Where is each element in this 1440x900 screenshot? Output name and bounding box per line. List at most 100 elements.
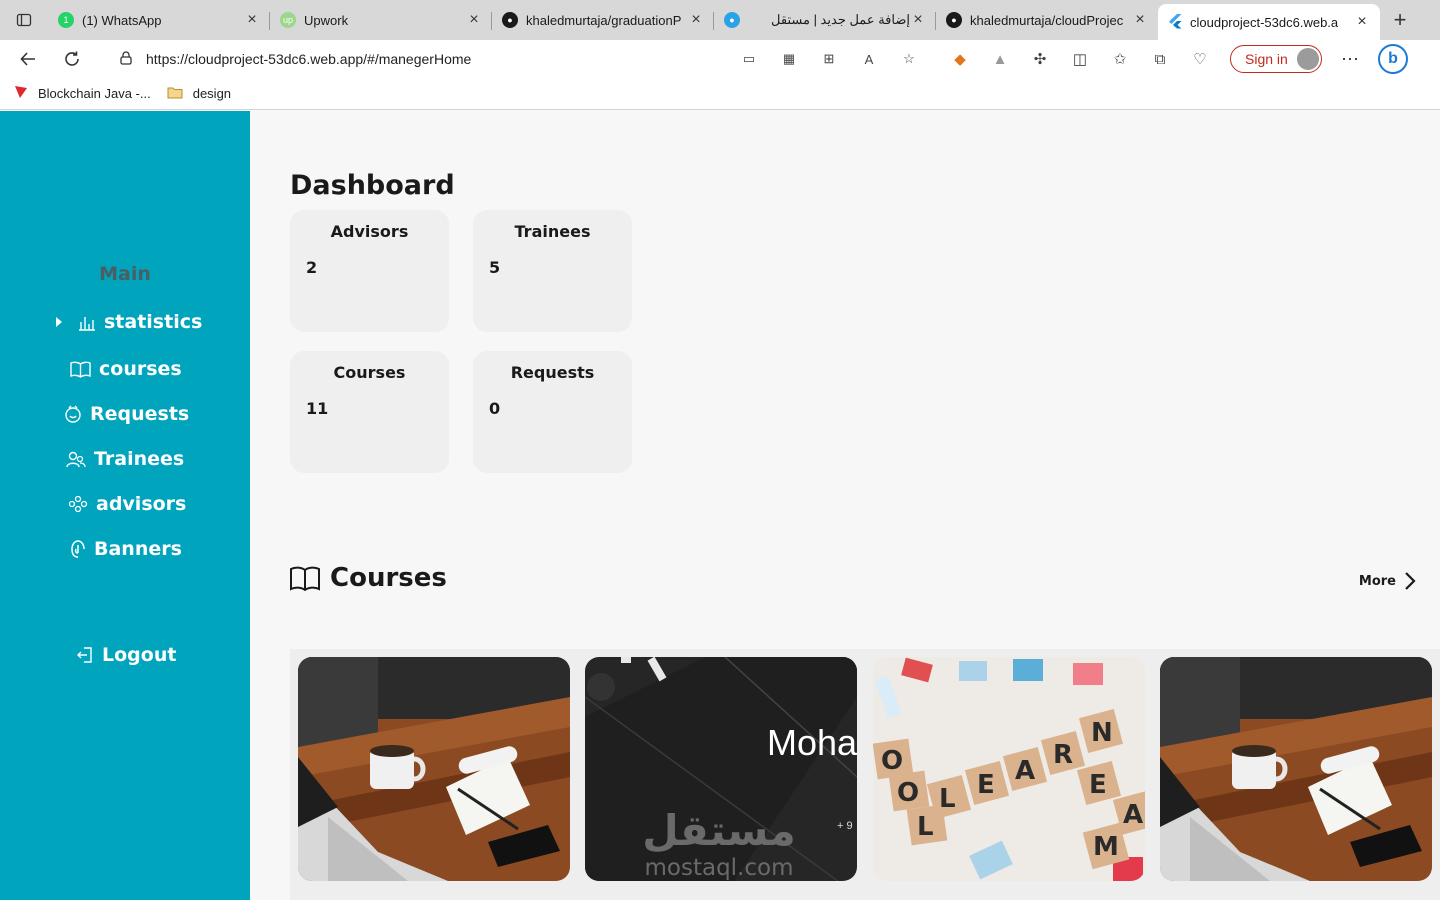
sidebar-item-label: Trainees [94, 448, 185, 470]
whatsapp-icon: 1 [58, 12, 74, 28]
stat-card-trainees[interactable]: Trainees 5 [473, 210, 632, 332]
sign-in-button[interactable]: Sign in [1230, 45, 1322, 73]
favorites-icon[interactable]: ✩ [1100, 40, 1140, 78]
browser-tab-upwork[interactable]: up Upwork × [270, 0, 492, 40]
banner-phone-text: + 9 [837, 820, 853, 832]
tile-letter: A [1015, 756, 1035, 786]
tile-letter: E [1089, 770, 1107, 800]
avatar [1297, 48, 1319, 70]
bookmark-blockchain[interactable]: Blockchain Java -... [14, 85, 151, 102]
stat-value: 0 [489, 399, 501, 418]
split-screen-icon[interactable]: ◫ [1060, 40, 1100, 78]
chevron-right-icon [1405, 572, 1416, 590]
browser-essentials-icon[interactable]: ♡ [1180, 40, 1220, 78]
banner-icon [71, 540, 85, 558]
new-tab-button[interactable]: + [1380, 0, 1420, 40]
stat-label: Trainees [514, 222, 591, 241]
more-label: More [1358, 573, 1396, 589]
main-content: Dashboard Advisors 2 Trainees 5 Courses … [250, 111, 1440, 900]
sidebar-item-label: courses [99, 358, 182, 380]
stat-card-courses[interactable]: Courses 11 [290, 351, 449, 473]
tile-letter: L [939, 784, 956, 814]
browser-tab-cloudproject[interactable]: cloudproject-53dc6.web.a × [1158, 4, 1380, 40]
sidebar-item-trainees[interactable]: Trainees [66, 448, 184, 470]
course-card[interactable] [1160, 657, 1432, 881]
course-card[interactable]: Moha + 9 مستقل mostaql.com [585, 657, 857, 881]
read-aloud-icon[interactable]: A [860, 50, 878, 68]
browser-tab-whatsapp[interactable]: 1 (1) WhatsApp × [48, 0, 270, 40]
browser-tab-github-cloud[interactable]: ● khaledmurtaja/cloudProjec × [936, 0, 1158, 40]
stat-value: 11 [306, 399, 329, 418]
github-icon: ● [946, 12, 962, 28]
logout-button[interactable]: Logout [76, 644, 176, 666]
course-card[interactable]: O O L L E A R N E M A [873, 657, 1145, 881]
flutter-icon [1168, 13, 1182, 32]
course-image-laptop-desk [1160, 657, 1432, 881]
tile-letter: O [897, 778, 919, 808]
lock-icon [120, 50, 132, 68]
browser-toolbar: https://cloudproject-53dc6.web.app/#/man… [0, 40, 1440, 78]
tab-title: إضافة عمل جديد | مستقل [771, 12, 910, 27]
logout-icon [77, 647, 92, 663]
bookmark-design[interactable]: design [167, 86, 231, 102]
close-icon[interactable]: × [1132, 11, 1148, 29]
close-icon[interactable]: × [910, 11, 926, 29]
close-icon[interactable]: × [244, 11, 260, 29]
url-text: https://cloudproject-53dc6.web.app/#/man… [146, 51, 472, 67]
sidebar-item-label: advisors [96, 493, 187, 515]
stat-label: Advisors [330, 222, 409, 241]
bookmark-label: design [192, 86, 232, 101]
tile-letter: E [977, 770, 995, 800]
address-bar[interactable]: https://cloudproject-53dc6.web.app/#/man… [106, 44, 930, 74]
sidebar-item-banners[interactable]: Banners [70, 538, 182, 560]
reload-button[interactable] [52, 40, 92, 78]
sidebar-item-advisors[interactable]: advisors [68, 493, 186, 515]
github-icon: ● [502, 12, 518, 28]
extensions-puzzle-icon[interactable]: ✣ [1020, 40, 1060, 78]
bing-copilot-icon[interactable]: b [1378, 44, 1408, 74]
sidebar-item-statistics[interactable]: statistics [54, 311, 202, 333]
extension-a-icon[interactable]: ▲ [980, 40, 1020, 78]
collections-grid-icon[interactable]: ▦ [780, 50, 798, 68]
tile-letter: A [1123, 800, 1143, 830]
app-available-icon[interactable]: ▭ [740, 50, 758, 68]
sign-in-label: Sign in [1245, 51, 1288, 67]
requests-icon [65, 405, 81, 423]
stat-value: 5 [489, 258, 501, 277]
metamask-icon[interactable]: ◆ [940, 40, 980, 78]
page-title: Dashboard [290, 170, 455, 201]
bookmark-label: Blockchain Java -... [38, 86, 151, 101]
sidebar-item-label: statistics [104, 311, 203, 333]
course-card[interactable] [298, 657, 570, 881]
stat-card-advisors[interactable]: Advisors 2 [290, 210, 449, 332]
collections-icon[interactable]: ⧉ [1140, 40, 1180, 78]
mostaql-icon: ● [724, 12, 740, 28]
courses-carousel[interactable]: Moha + 9 مستقل mostaql.com O O L L E A R… [290, 649, 1440, 900]
tab-title: cloudproject-53dc6.web.a [1190, 14, 1339, 30]
course-image-laptop-desk [298, 657, 570, 881]
bar-chart-icon [79, 317, 95, 331]
sidebar-item-label: Banners [94, 538, 182, 560]
tab-actions-icon[interactable] [0, 0, 48, 40]
stat-label: Courses [333, 363, 406, 382]
stat-value: 2 [306, 258, 318, 277]
watermark-arabic: مستقل [642, 806, 796, 855]
close-icon[interactable]: × [688, 11, 704, 29]
close-icon[interactable]: × [1354, 13, 1370, 31]
tab-title: (1) WhatsApp [82, 12, 162, 28]
sidebar-item-requests[interactable]: Requests [64, 403, 189, 425]
apps-icon[interactable]: ⊞ [820, 50, 838, 68]
browser-tab-mostaql[interactable]: ● إضافة عمل جديد | مستقل × [714, 0, 936, 40]
browser-tab-github-graduation[interactable]: ● khaledmurtaja/graduationP × [492, 0, 714, 40]
stat-card-requests[interactable]: Requests 0 [473, 351, 632, 473]
more-courses-link[interactable]: More [1359, 571, 1416, 591]
more-options-icon[interactable]: ⋯ [1330, 49, 1370, 70]
tile-letter: N [1091, 718, 1113, 748]
tile-letter: R [1053, 740, 1073, 770]
folder-icon [167, 86, 183, 102]
back-button[interactable] [8, 40, 48, 78]
tab-title: Upwork [304, 12, 349, 28]
close-icon[interactable]: × [466, 11, 482, 29]
sidebar-item-courses[interactable]: courses [70, 358, 182, 380]
favorite-star-icon[interactable]: ☆ [900, 50, 918, 68]
